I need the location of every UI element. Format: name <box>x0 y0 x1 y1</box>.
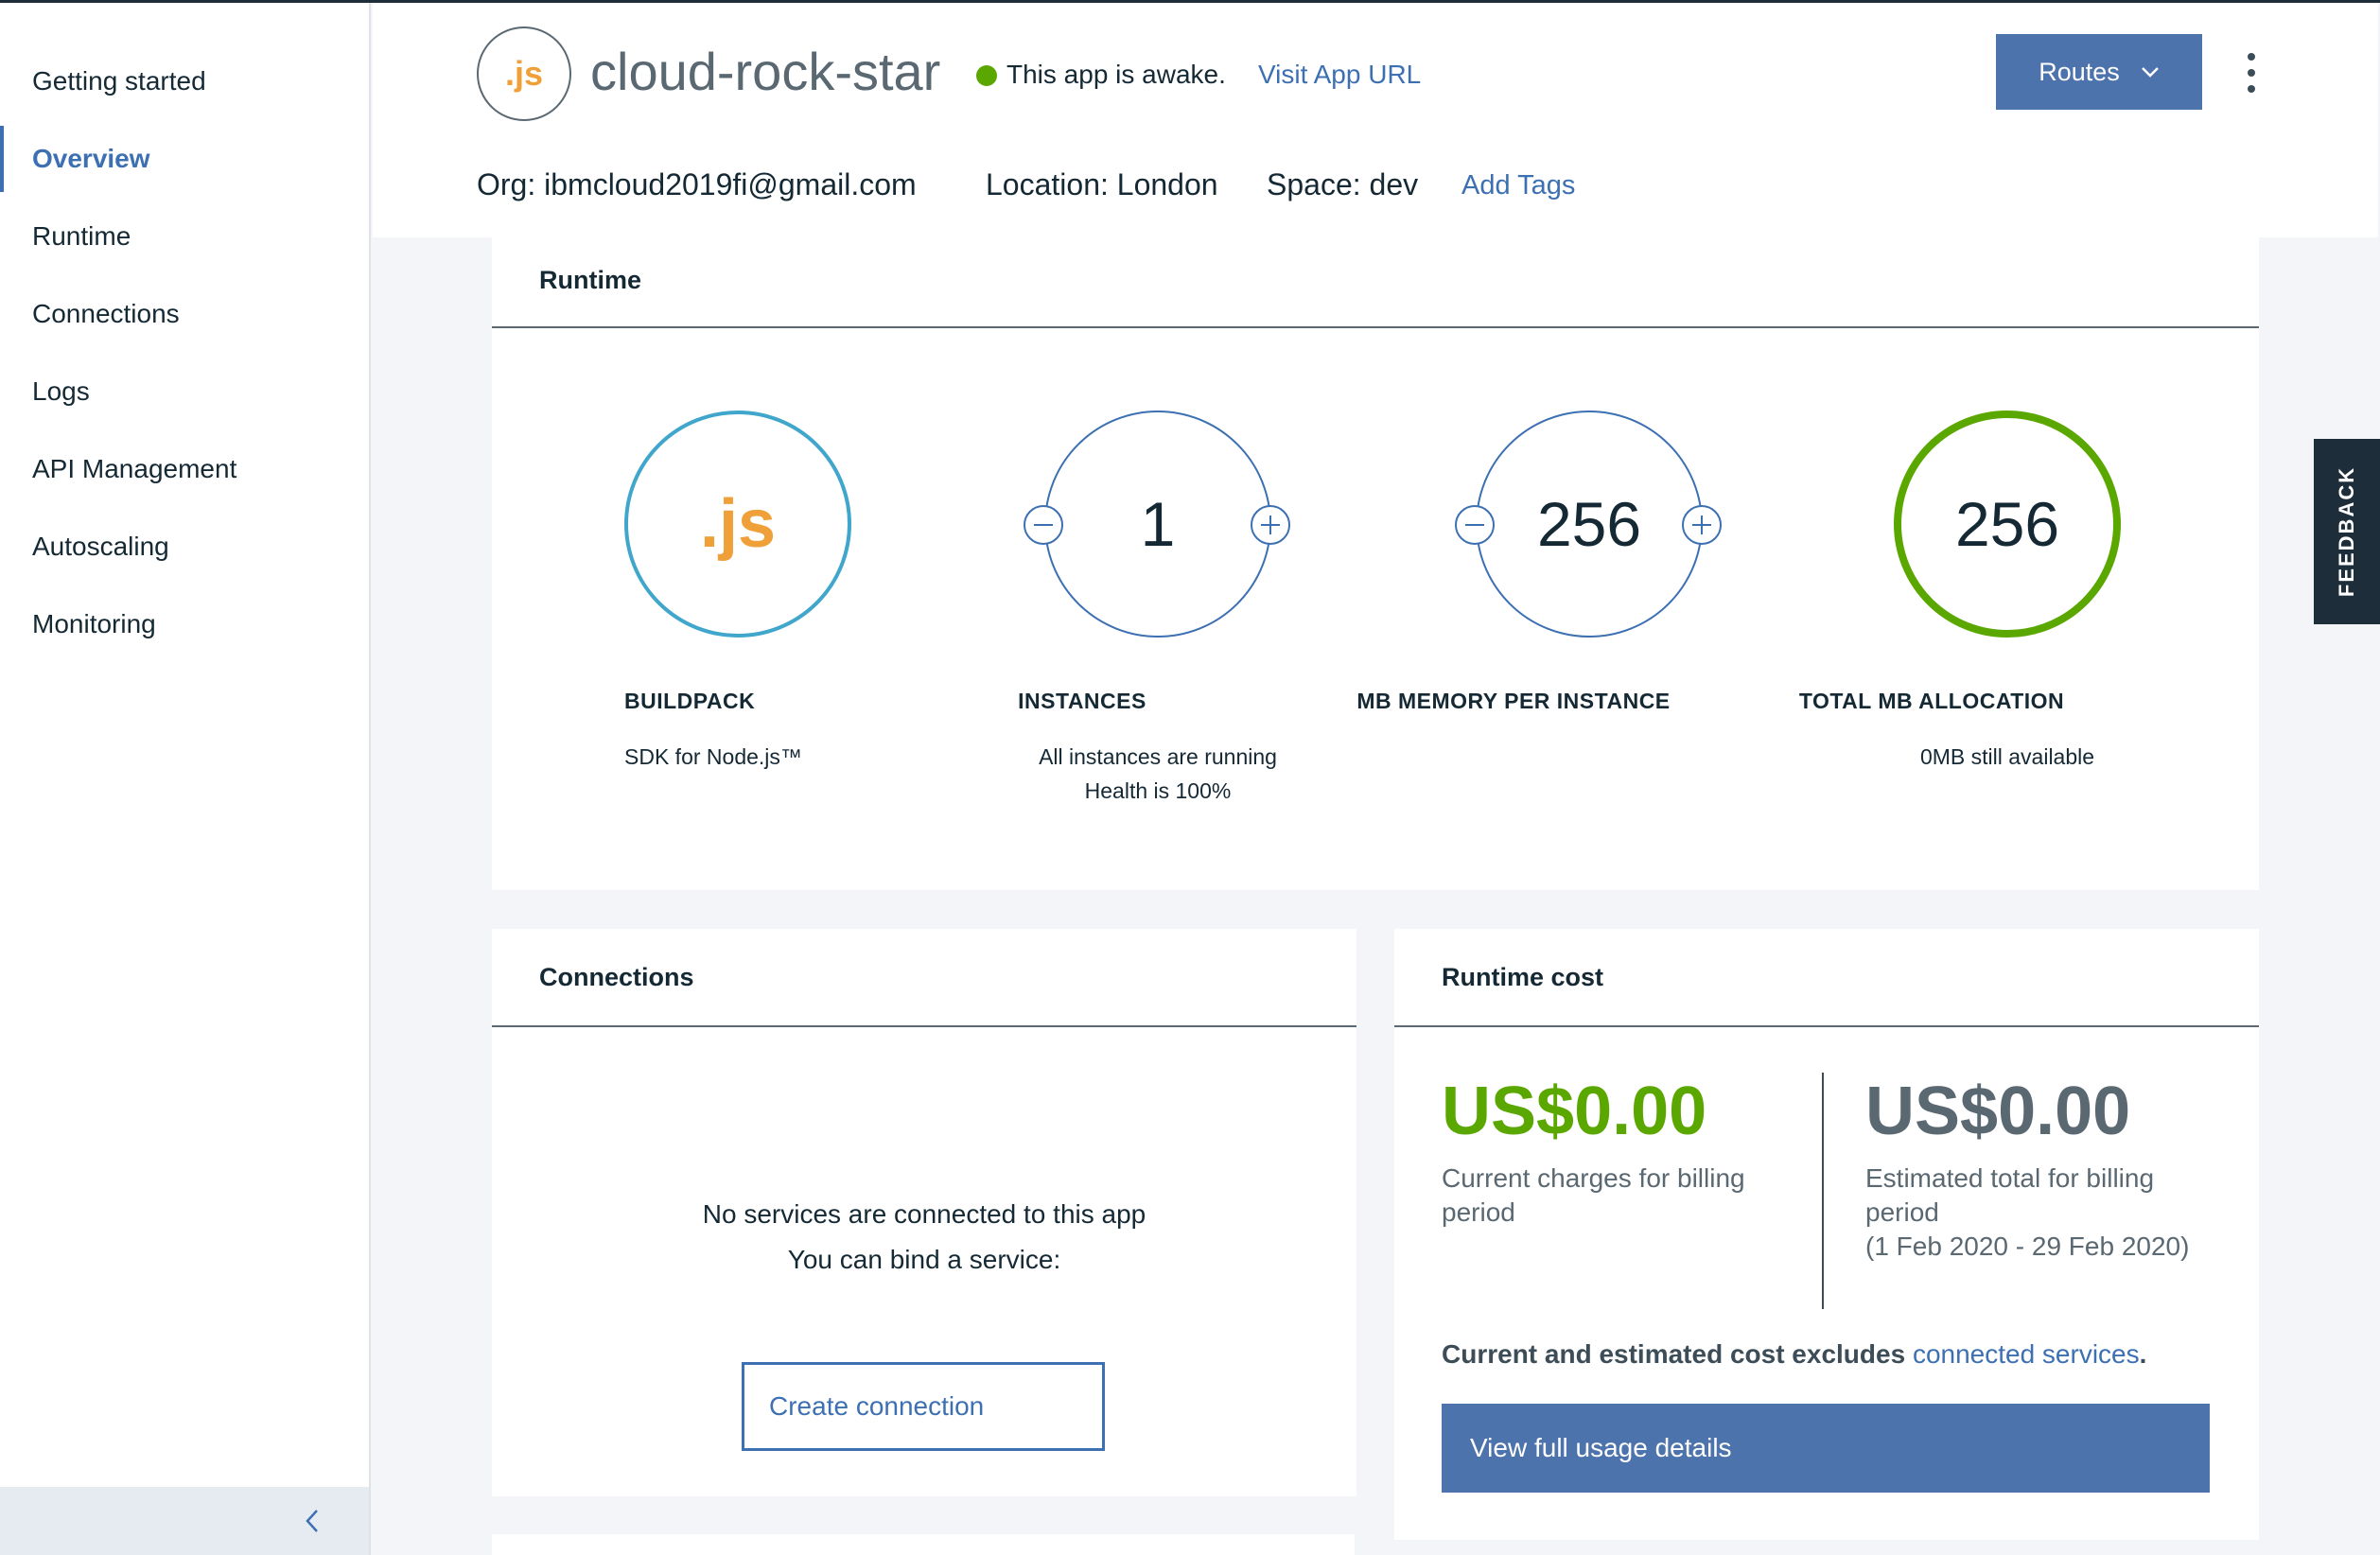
app-name: cloud-rock-star <box>590 42 941 101</box>
sidebar-item-autoscaling[interactable]: Autoscaling <box>0 514 369 580</box>
sidebar-collapse-bar <box>0 1487 369 1555</box>
instances-running-text: All instances are running <box>1039 744 1277 769</box>
current-charges-description: Current charges for billing period <box>1442 1162 1745 1230</box>
estimated-desc-line: Estimated total for billing <box>1865 1163 2155 1193</box>
instances-label: INSTANCES <box>1018 689 1146 713</box>
sidebar-item-logs[interactable]: Logs <box>0 358 369 425</box>
sidebar-item-label: Getting started <box>32 66 206 96</box>
sidebar-item-label: Runtime <box>32 221 131 251</box>
billing-period-range: (1 Feb 2020 - 29 Feb 2020) <box>1865 1232 2190 1261</box>
memory-metric: 256 <box>1455 411 1722 638</box>
visit-app-url-link[interactable]: Visit App URL <box>1258 60 1421 90</box>
connected-services-link[interactable]: connected services <box>1913 1339 2140 1369</box>
estimated-desc-line: period <box>1865 1197 1939 1227</box>
sidebar-item-runtime[interactable]: Runtime <box>0 203 369 270</box>
decrease-memory-button[interactable] <box>1455 505 1495 545</box>
app-status-text: This app is awake. <box>1006 60 1226 89</box>
increase-instances-button[interactable] <box>1251 505 1290 545</box>
card-divider <box>492 1025 1356 1027</box>
instances-metric: 1 <box>1024 411 1290 638</box>
estimated-total-amount: US$0.00 <box>1865 1074 2131 1149</box>
create-connection-button[interactable]: Create connection <box>742 1362 1105 1451</box>
cost-exclusion-note: Current and estimated cost excludes conn… <box>1442 1339 2146 1370</box>
current-desc-line: period <box>1442 1197 1515 1227</box>
feedback-label: FEEDBACK <box>2335 465 2359 598</box>
nodejs-logo-icon: .js <box>477 26 571 121</box>
card-divider <box>492 326 2259 328</box>
kebab-menu-icon <box>2248 53 2255 93</box>
sidebar-item-api-management[interactable]: API Management <box>0 436 369 502</box>
runtime-cost-card-title: Runtime cost <box>1442 963 1604 991</box>
view-usage-details-label: View full usage details <box>1470 1433 1732 1462</box>
memory-ring: 256 <box>1476 411 1703 638</box>
buildpack-sub: SDK for Node.js™ <box>624 744 802 769</box>
app-header: .js cloud-rock-star This app is awake. V… <box>373 3 2378 237</box>
sidebar-item-connections[interactable]: Connections <box>0 281 369 347</box>
sidebar-item-label: Autoscaling <box>32 532 169 561</box>
buildpack-ring: .js <box>624 411 851 638</box>
status-dot-icon <box>976 65 997 86</box>
increase-memory-button[interactable] <box>1682 505 1722 545</box>
nodejs-logo-icon: .js <box>699 486 777 562</box>
total-allocation-value: 256 <box>1954 489 2060 559</box>
buildpack-label: BUILDPACK <box>624 689 756 713</box>
instances-value: 1 <box>1140 489 1176 559</box>
sidebar-item-getting-started[interactable]: Getting started <box>0 48 369 114</box>
chevron-left-icon <box>306 1510 318 1532</box>
card-divider <box>1394 1025 2259 1027</box>
app-logo-text: .js <box>504 54 544 93</box>
decrease-instances-button[interactable] <box>1024 505 1063 545</box>
routes-button[interactable]: Routes <box>1996 34 2202 110</box>
total-allocation-sub: 0MB still available <box>1919 744 2095 769</box>
sidebar-item-label: API Management <box>32 454 237 483</box>
sidebar-item-label: Connections <box>32 299 180 328</box>
sidebar-item-overview[interactable]: Overview <box>0 126 369 192</box>
add-tags-link[interactable]: Add Tags <box>1461 170 1575 201</box>
sidebar-item-monitoring[interactable]: Monitoring <box>0 591 369 657</box>
location-label: Location: London <box>986 167 1218 201</box>
chevron-down-icon <box>2141 67 2159 78</box>
total-allocation-label: TOTAL MB ALLOCATION <box>1798 689 2065 713</box>
current-desc-line: Current charges for billing <box>1442 1163 1745 1193</box>
memory-value: 256 <box>1536 489 1642 559</box>
next-card-peek <box>492 1534 1355 1555</box>
create-connection-label: Create connection <box>769 1391 985 1421</box>
buildpack-metric: .js <box>624 411 851 638</box>
current-charges-amount: US$0.00 <box>1442 1074 1707 1149</box>
connections-card-title: Connections <box>539 963 694 991</box>
no-services-text: No services are connected to this app <box>702 1199 1146 1229</box>
cost-divider <box>1822 1073 1824 1309</box>
sidebar-item-label: Logs <box>32 376 90 406</box>
runtime-cost-card: Runtime cost US$0.00 Current charges for… <box>1394 929 2259 1540</box>
instances-health-text: Health is 100% <box>1084 778 1232 803</box>
estimated-total-description: Estimated total for billing period (1 Fe… <box>1865 1162 2189 1264</box>
sidebar-item-label: Monitoring <box>32 609 156 638</box>
routes-button-label: Routes <box>2039 57 2120 86</box>
org-label: Org: ibmcloud2019fi@gmail.com <box>477 167 917 201</box>
feedback-tab[interactable]: FEEDBACK <box>2314 439 2380 624</box>
overflow-menu-button[interactable] <box>2232 44 2270 101</box>
view-usage-details-button[interactable]: View full usage details <box>1442 1404 2210 1493</box>
runtime-card-title: Runtime <box>539 266 641 294</box>
instances-ring: 1 <box>1044 411 1271 638</box>
sidebar-nav: Getting started Overview Runtime Connect… <box>0 3 371 1555</box>
sidebar-item-label: Overview <box>32 144 150 173</box>
bind-service-text: You can bind a service: <box>787 1245 1061 1274</box>
memory-label: MB MEMORY PER INSTANCE <box>1356 689 1671 713</box>
total-allocation-ring: 256 <box>1894 411 2121 638</box>
cost-note-end: . <box>2139 1339 2147 1369</box>
space-label: Space: dev <box>1267 167 1419 201</box>
instances-sub: All instances are running Health is 100% <box>969 740 1347 808</box>
total-allocation-metric: 256 <box>1894 411 2121 638</box>
cost-note-text: Current and estimated cost excludes <box>1442 1339 1913 1369</box>
collapse-sidebar-button[interactable] <box>284 1493 341 1549</box>
connections-card: Connections No services are connected to… <box>492 929 1356 1496</box>
